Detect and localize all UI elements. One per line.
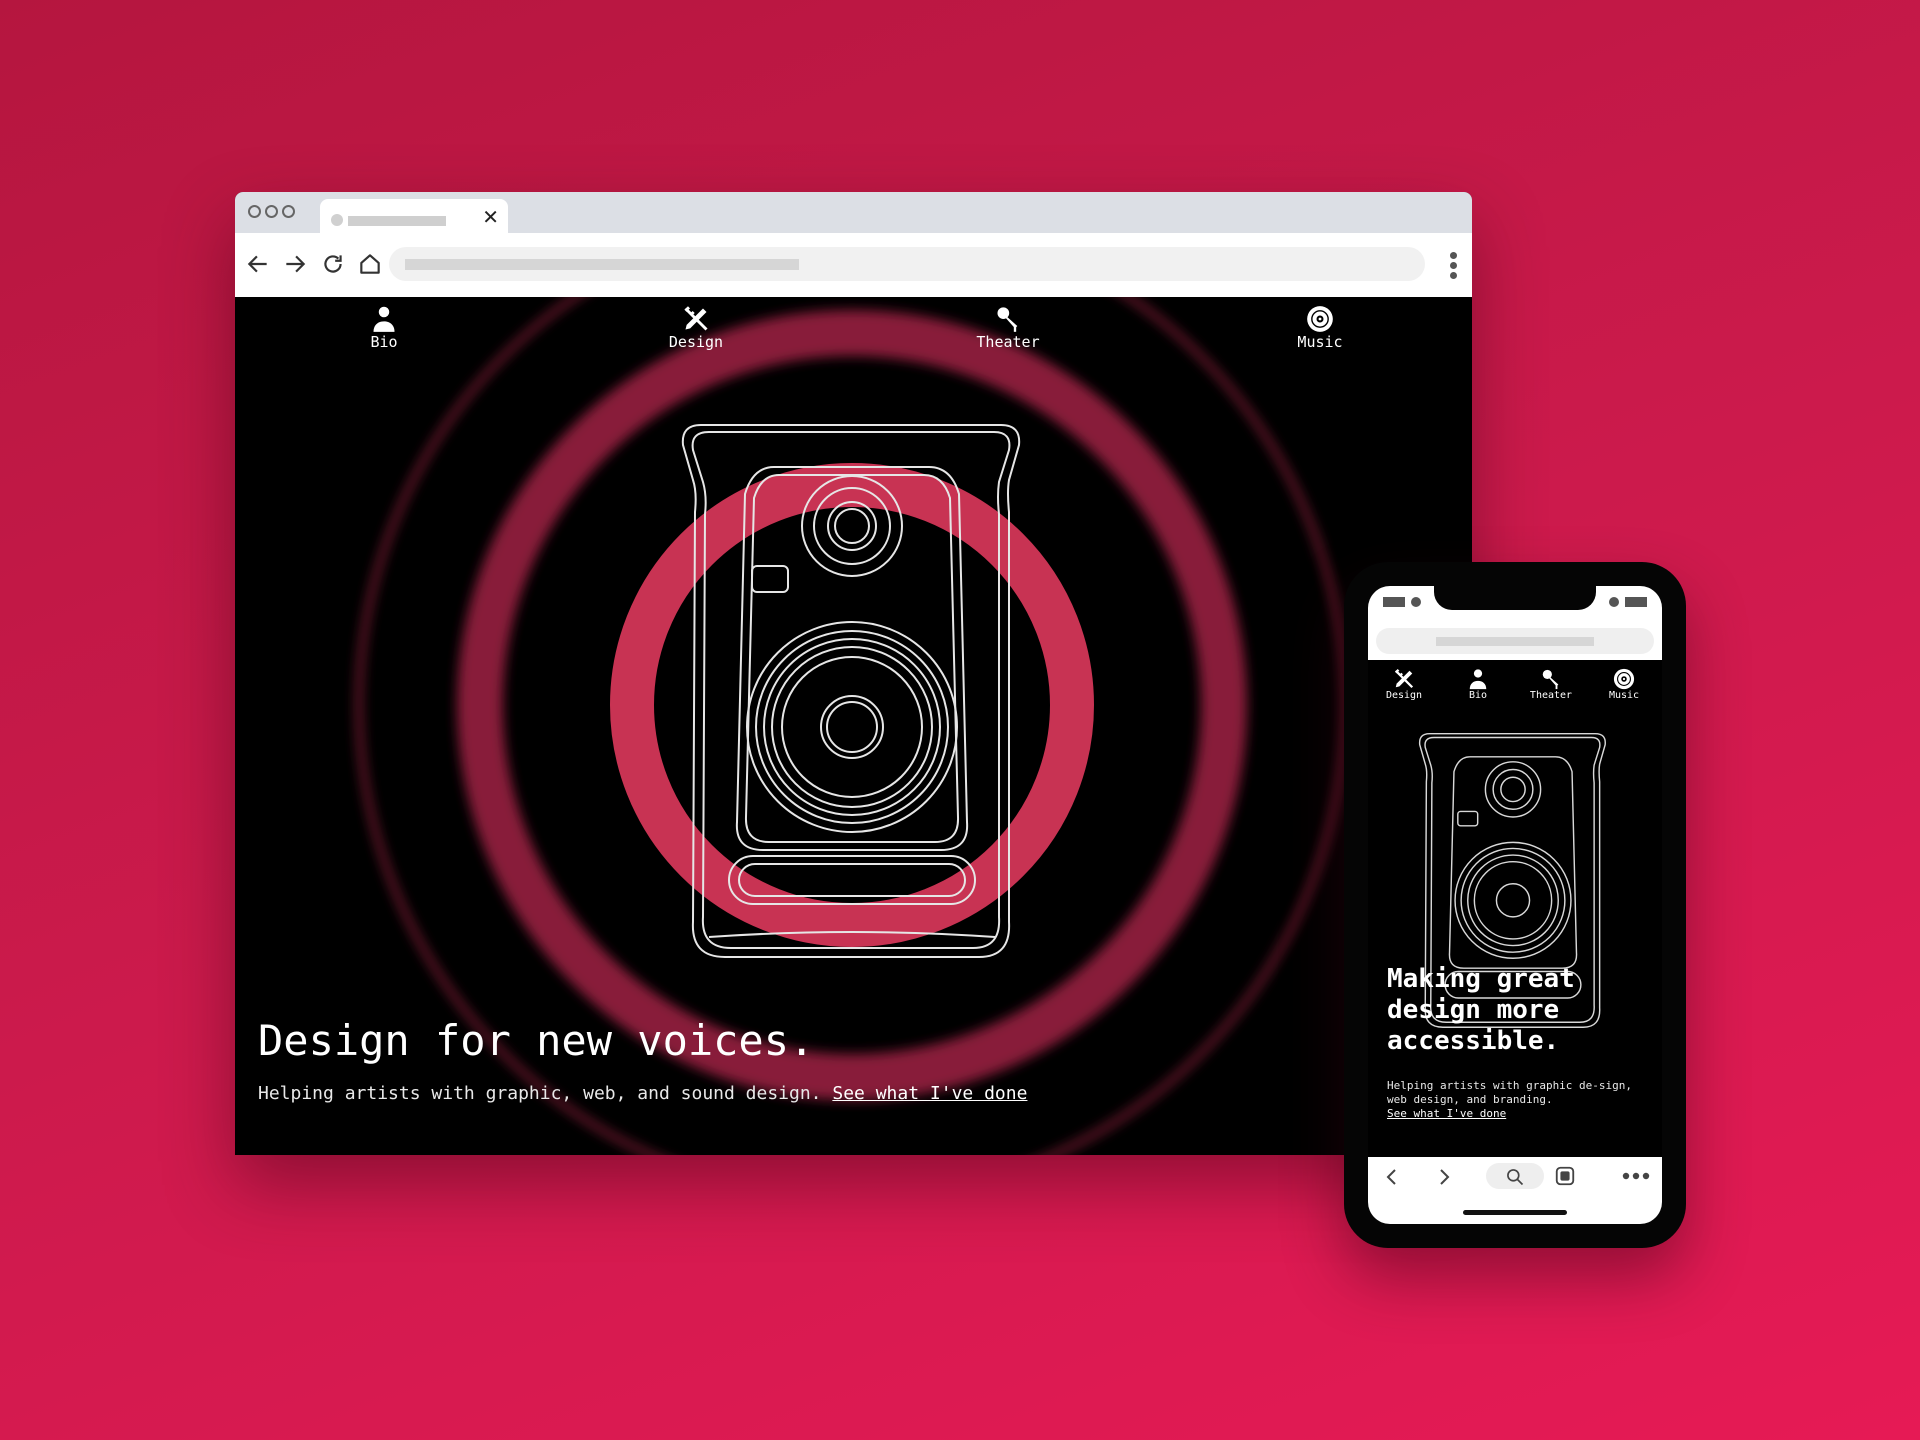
nav-label: Design xyxy=(668,333,724,351)
tab-title-placeholder xyxy=(348,216,446,226)
home-icon[interactable] xyxy=(357,251,383,277)
vinyl-record-icon xyxy=(1307,306,1333,332)
hero-title: Design for new voices. xyxy=(258,1016,815,1065)
mobile-hero-title: Making great design more accessible. xyxy=(1387,964,1575,1056)
pencil-ruler-icon xyxy=(1394,669,1414,689)
person-icon xyxy=(373,306,395,332)
site-navigation: Bio Design Theater Music xyxy=(235,297,1472,367)
browser-tab[interactable]: ✕ xyxy=(320,199,508,233)
phone-top-bar xyxy=(1368,586,1662,660)
window-control-minimize[interactable] xyxy=(265,205,278,218)
studio-monitor-illustration xyxy=(681,424,1021,958)
status-right xyxy=(1609,597,1647,607)
mobile-nav-label: Bio xyxy=(1468,690,1488,701)
browser-toolbar xyxy=(235,233,1472,297)
nav-item-design[interactable]: Design xyxy=(636,305,756,351)
tabs-icon[interactable] xyxy=(1554,1165,1576,1187)
tab-favicon xyxy=(331,214,343,226)
nav-item-music[interactable]: Music xyxy=(1260,305,1380,351)
mobile-address-bar[interactable] xyxy=(1376,628,1654,654)
address-bar[interactable] xyxy=(389,247,1425,281)
microphone-icon xyxy=(1542,669,1559,690)
phone-screen: Design Bio Theater Music Making great de… xyxy=(1368,586,1662,1224)
nav-label: Theater xyxy=(976,333,1040,351)
mobile-search-button[interactable] xyxy=(1486,1163,1544,1189)
more-horizontal-icon[interactable] xyxy=(1621,1165,1651,1187)
mobile-nav-music[interactable]: Music xyxy=(1594,668,1654,701)
window-controls xyxy=(248,205,295,218)
reload-icon[interactable] xyxy=(320,251,346,277)
phone-mockup: Design Bio Theater Music Making great de… xyxy=(1344,562,1686,1248)
mobile-nav-design[interactable]: Design xyxy=(1374,668,1434,701)
mobile-nav-label: Music xyxy=(1608,690,1640,701)
hero-subtitle-text: Helping artists with graphic, web, and s… xyxy=(258,1083,822,1104)
nav-item-bio[interactable]: Bio xyxy=(324,305,444,351)
phone-notch xyxy=(1434,586,1596,610)
microphone-icon xyxy=(997,307,1018,332)
pencil-ruler-icon xyxy=(684,306,708,331)
window-control-close[interactable] xyxy=(248,205,261,218)
close-icon[interactable]: ✕ xyxy=(482,207,499,227)
mobile-see-work-link[interactable]: See what I've done xyxy=(1387,1107,1506,1120)
home-indicator[interactable] xyxy=(1463,1210,1567,1215)
browser-tab-bar: ✕ xyxy=(235,192,1472,233)
chevron-left-icon[interactable] xyxy=(1382,1165,1402,1189)
vinyl-record-icon xyxy=(1613,668,1635,690)
more-vertical-icon[interactable] xyxy=(1450,252,1458,280)
mobile-hero-subtitle: Helping artists with graphic de-sign, we… xyxy=(1387,1079,1633,1106)
desktop-browser-window: ✕ Bio Design Theater Music Design for ne… xyxy=(235,192,1472,1155)
chevron-right-icon[interactable] xyxy=(1434,1165,1454,1189)
nav-item-theater[interactable]: Theater xyxy=(948,305,1068,351)
status-left xyxy=(1383,597,1421,607)
mobile-nav-label: Design xyxy=(1385,690,1423,701)
back-arrow-icon[interactable] xyxy=(245,251,271,277)
person-icon xyxy=(1469,669,1487,690)
search-icon xyxy=(1507,1169,1524,1186)
mobile-nav-label: Theater xyxy=(1529,690,1573,701)
mobile-browser-bottom-bar xyxy=(1368,1157,1662,1224)
window-control-maximize[interactable] xyxy=(282,205,295,218)
nav-label: Music xyxy=(1297,333,1343,351)
see-work-link[interactable]: See what I've done xyxy=(832,1083,1027,1104)
website-viewport: Bio Design Theater Music Design for new … xyxy=(235,297,1472,1155)
address-placeholder xyxy=(405,259,799,270)
forward-arrow-icon[interactable] xyxy=(282,251,308,277)
hero-subtitle: Helping artists with graphic, web, and s… xyxy=(258,1083,1027,1104)
mobile-nav-bio[interactable]: Bio xyxy=(1448,668,1508,701)
nav-label: Bio xyxy=(370,333,398,351)
mobile-nav-theater[interactable]: Theater xyxy=(1521,668,1581,701)
